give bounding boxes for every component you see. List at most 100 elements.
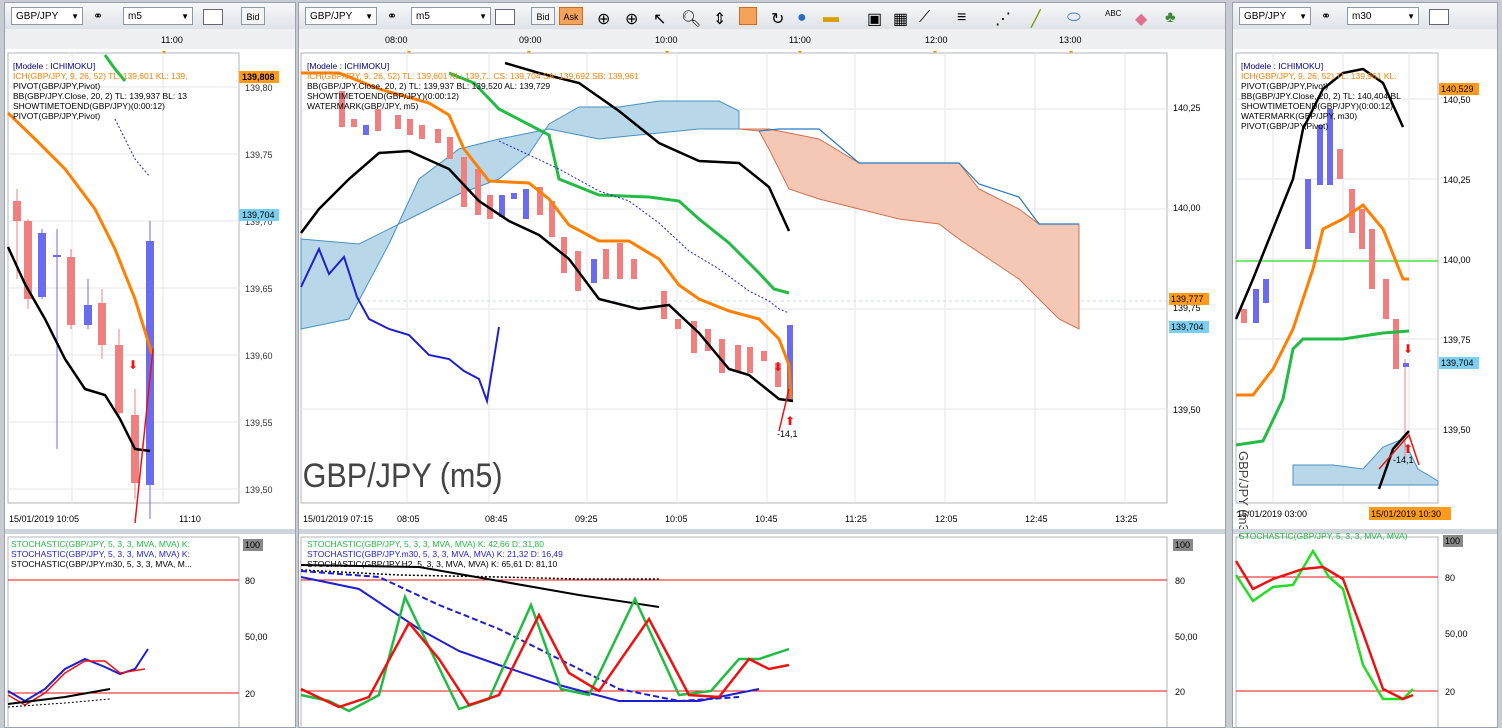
chart-type-icon[interactable]: [1429, 9, 1449, 25]
link-icon[interactable]: ⚭: [387, 7, 397, 25]
price-tick: 140,25: [1443, 175, 1471, 185]
time-label: 12:00: [925, 35, 948, 45]
info-line: ICH(GBP/JPY, 9, 26, 52) TL: 139,601 KL: …: [307, 71, 639, 81]
timeframe-select[interactable]: m5 ▼: [123, 7, 193, 25]
draw-lines-icon[interactable]: ⟋: [919, 9, 933, 26]
stoch-tick: 80: [245, 576, 255, 586]
stoch-legend: STOCHASTIC(GBP/JPY.m30, 5, 3, 3, MVA, MV…: [307, 549, 563, 559]
comment-icon[interactable]: [739, 7, 757, 25]
chevron-down-icon: ▼: [479, 12, 487, 21]
price-tick: 139,55: [245, 418, 273, 428]
autoscale-icon[interactable]: ⇕: [713, 9, 727, 28]
info-line: ICH(GBP/JPY, 9, 26, 52) TL: 139,601 KL: …: [13, 71, 188, 81]
time-label: 11:00: [161, 35, 183, 45]
symbol-select[interactable]: GBP/JPY ▼: [305, 7, 377, 25]
tree-icon[interactable]: ♣: [1165, 9, 1179, 26]
ruler-icon[interactable]: ▬: [823, 9, 839, 26]
refresh-icon[interactable]: ↻: [771, 9, 785, 28]
price-badge-current: 139,704: [1171, 322, 1204, 332]
timeframe-select[interactable]: m5 ▼: [411, 7, 491, 25]
stoch-tick: 20: [1445, 687, 1455, 697]
crosshair-alt-icon[interactable]: ⊕: [625, 9, 639, 28]
info-line: WATERMARK(GBP/JPY, m30): [1241, 111, 1357, 121]
symbol-value: GBP/JPY: [310, 11, 353, 22]
right-chart-window: GBP/JPY ▼ ⚭ m30 ▼ ⬇ ⬆ -14,1 GBP/JPY (m30) …: [1232, 2, 1498, 728]
info-line: WATERMARK(GBP/JPY, m5): [307, 101, 418, 111]
info-line: PIVOT(GBP/JPY,Pivot): [13, 111, 100, 121]
left-chart-window: GBP/JPY ▼ ⚭ m5 ▼ Bid 11:00 ⬇ [Modele: I…: [4, 2, 296, 728]
image-icon[interactable]: ▣: [867, 9, 882, 28]
x-label: 11:10: [179, 514, 201, 524]
price-tick: 139,80: [245, 83, 273, 93]
info-line: SHOWTIMETOEND(GBP/JPY)(0:00:12): [13, 101, 165, 111]
info-line: PIVOT(GBP/JPY,Pivot): [1241, 81, 1328, 91]
pips-annotation: -14,1: [777, 429, 798, 439]
ellipse-icon[interactable]: ⬭: [1067, 9, 1081, 26]
x-label: 12:45: [1025, 514, 1048, 524]
ask-button[interactable]: Ask: [559, 7, 583, 25]
info-line: SHOWTIMETOEND(GBP/JPY)(0:00:12): [1241, 101, 1393, 111]
down-arrow-icon: ⬇: [1403, 342, 1413, 356]
menu-lines-icon[interactable]: ≡: [957, 9, 971, 26]
chart-type-icon[interactable]: [495, 9, 515, 25]
price-badge-orange: 139,777: [1171, 294, 1204, 304]
pips-annotation: -14,1: [1393, 455, 1414, 465]
time-label: 11:00: [789, 35, 811, 45]
time-label: 08:00: [385, 35, 408, 45]
x-label-badge: 15/01/2019 10:30: [1371, 509, 1441, 519]
info-line: [Modele : ICHIMOKU]: [13, 61, 95, 71]
price-badge-top: 139,808: [242, 72, 275, 82]
link-icon[interactable]: ⚭: [93, 7, 103, 25]
x-label: 11:25: [845, 514, 867, 524]
x-label: 10:05: [665, 514, 688, 524]
info-line: [Modele : ICHIMOKU]: [307, 61, 389, 71]
link-icon[interactable]: ⚭: [1321, 7, 1331, 25]
stoch-tick: 100: [245, 540, 260, 550]
zoom-icon[interactable]: 🔍︎: [681, 9, 701, 28]
bid-button[interactable]: Bid: [241, 7, 265, 25]
pointer-icon[interactable]: ↖: [653, 9, 667, 28]
left-price-chart[interactable]: 11:00 ⬇ [Modele : ICHIMOKU] ICH(GBP/JPY,…: [5, 29, 296, 728]
price-tick: 140,25: [1173, 103, 1201, 113]
stoch-legend: STOCHASTIC(GBP/JPY.H2, 5, 3, 3, MVA, MVA…: [307, 559, 557, 569]
x-label: 15/01/2019 10:05: [9, 514, 79, 524]
time-label: 09:00: [519, 35, 542, 45]
chevron-down-icon: ▼: [181, 12, 189, 21]
price-tick: 139,75: [245, 150, 273, 160]
eraser-icon[interactable]: ◆: [1135, 9, 1149, 28]
crosshair-icon[interactable]: ⊕: [597, 9, 611, 28]
info-line: [Modele : ICHIMOKU]: [1241, 61, 1323, 71]
stoch-tick: 80: [1175, 576, 1185, 586]
x-label: 10:45: [755, 514, 778, 524]
chevron-down-icon: ▼: [1407, 12, 1415, 21]
layout-icon[interactable]: ▦: [893, 9, 908, 28]
symbol-value: GBP/JPY: [1244, 11, 1287, 22]
x-label: 09:25: [575, 514, 598, 524]
symbol-select[interactable]: GBP/JPY ▼: [1239, 7, 1311, 25]
info-line: BB(GBP/JPY.Close, 20, 2) TL: 139,937 BL:…: [13, 91, 187, 101]
center-price-chart[interactable]: 08:00 09:00 10:00 11:00 12:00 13:00 ⬇ ⬆ …: [299, 29, 1226, 728]
price-badge-current: 139,704: [1441, 358, 1474, 368]
timeframe-value: m5: [128, 11, 142, 22]
text-tool-icon[interactable]: ABC: [1105, 9, 1121, 23]
chevron-down-icon: ▼: [365, 12, 373, 21]
chart-type-icon[interactable]: [203, 9, 223, 25]
stoch-tick: 80: [1445, 573, 1455, 583]
right-price-chart[interactable]: ⬇ ⬆ -14,1 GBP/JPY (m30) [Modele : ICHIMO…: [1233, 29, 1498, 728]
trendline-icon[interactable]: ╱: [1031, 9, 1045, 28]
timeframe-select[interactable]: m30 ▼: [1347, 7, 1419, 25]
stoch-legend: STOCHASTIC(GBP/JPY, 5, 3, 3, MVA, MVA) K…: [11, 539, 190, 549]
center-toolbar: GBP/JPY ▼ ⚭ m5 ▼ Bid Ask ⊕ ⊕ ↖ 🔍︎ ⇕ ↻ ● ▬ …: [299, 3, 1225, 30]
price-tick: 139,75: [1443, 335, 1471, 345]
symbol-select[interactable]: GBP/JPY ▼: [11, 7, 83, 25]
price-tick: 140,50: [1443, 95, 1471, 105]
x-label: 13:25: [1115, 514, 1138, 524]
fan-icon[interactable]: ⋰: [995, 9, 1011, 28]
center-chart-window: GBP/JPY ▼ ⚭ m5 ▼ Bid Ask ⊕ ⊕ ↖ 🔍︎ ⇕ ↻ ● ▬ …: [298, 2, 1226, 728]
globe-icon[interactable]: ●: [797, 9, 811, 26]
stoch-tick: 50,00: [1445, 629, 1468, 639]
stoch-legend: STOCHASTIC(GBP/JPY.m30, 5, 3, 3, MVA, M.…: [11, 559, 192, 569]
up-arrow-icon: ⬆: [785, 414, 795, 428]
stoch-legend: STOCHASTIC(GBP/JPY, 5, 3, 3, MVA, MVA): [1239, 531, 1408, 541]
bid-button[interactable]: Bid: [531, 7, 555, 25]
